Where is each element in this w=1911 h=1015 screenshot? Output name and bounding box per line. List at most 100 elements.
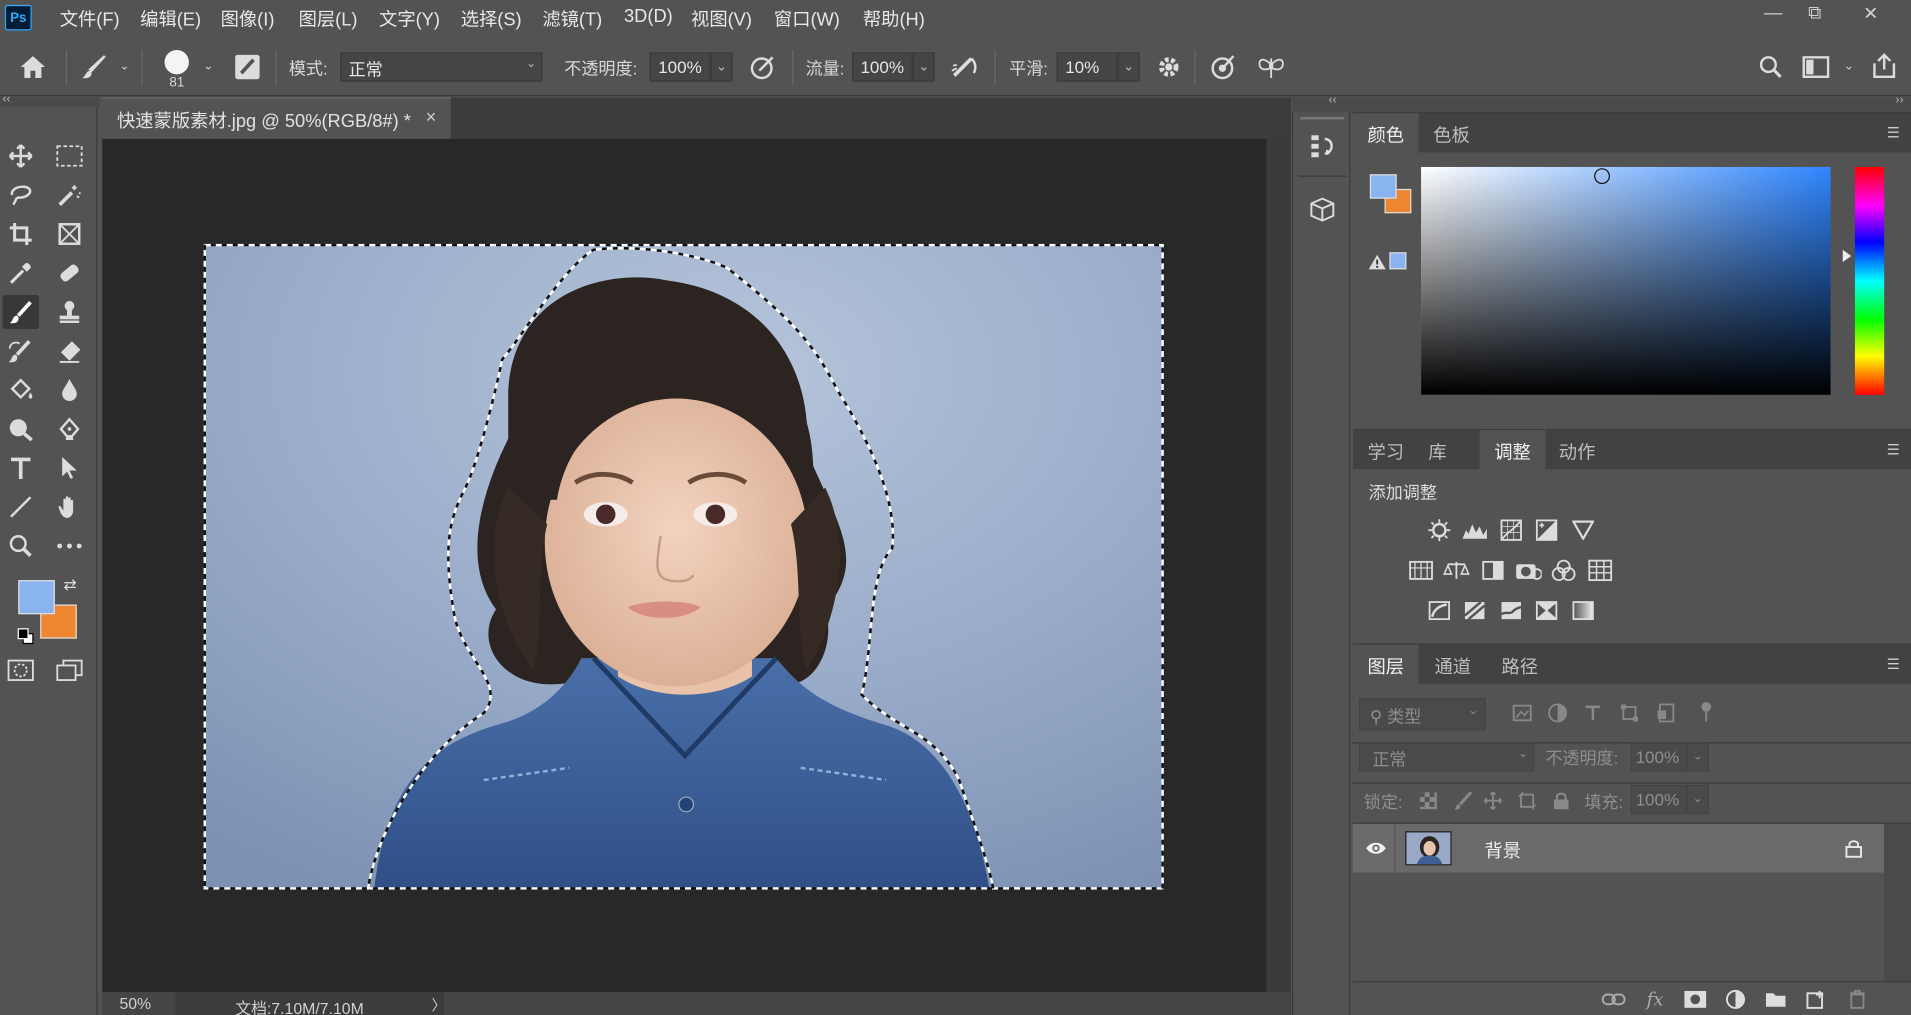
menu-type[interactable]: 文字(Y) — [379, 6, 440, 32]
type-tool-icon[interactable] — [2, 451, 39, 485]
layer-opacity-dropdown[interactable]: ⌄ — [1686, 742, 1709, 772]
smoothing-input[interactable]: 10% — [1056, 52, 1118, 82]
hue-slider[interactable] — [1854, 166, 1885, 395]
lock-transparent-icon[interactable] — [1415, 789, 1442, 813]
new-adjustment-layer-icon[interactable] — [1722, 987, 1749, 1011]
zoom-level[interactable]: 50% — [119, 995, 151, 1013]
home-icon[interactable] — [15, 50, 52, 84]
filter-type-icon[interactable] — [1580, 701, 1607, 725]
minimize-button[interactable]: — — [1753, 2, 1794, 26]
selective-color-icon[interactable] — [1533, 598, 1560, 622]
chevron-down-icon[interactable]: ⌄ — [116, 57, 133, 74]
chevron-down-icon[interactable]: ⌄ — [1840, 57, 1857, 74]
invert-icon[interactable] — [1426, 598, 1453, 622]
history-icon[interactable] — [1305, 129, 1339, 163]
gamut-color-swatch[interactable] — [1389, 252, 1407, 270]
move-tool-icon[interactable] — [2, 139, 39, 173]
airbrush-icon[interactable] — [948, 52, 982, 81]
pen-tool-icon[interactable] — [51, 412, 88, 446]
close-tab-icon[interactable]: × — [426, 107, 437, 128]
brush-tip-icon[interactable] — [162, 48, 191, 77]
menu-image[interactable]: 图像(I) — [221, 6, 275, 32]
paint-bucket-tool-icon[interactable] — [2, 373, 39, 407]
3d-cube-icon[interactable] — [1305, 193, 1339, 227]
tab-adjustments[interactable]: 调整 — [1479, 430, 1546, 470]
filter-pixel-icon[interactable] — [1509, 701, 1536, 725]
tab-learn[interactable]: 学习 — [1353, 430, 1419, 469]
filter-toggle-icon[interactable] — [1700, 701, 1712, 723]
pressure-size-icon[interactable] — [1207, 52, 1239, 81]
flow-input[interactable]: 100% — [851, 52, 913, 82]
marquee-tool-icon[interactable] — [51, 139, 88, 173]
layer-lock-icon[interactable] — [1845, 839, 1863, 859]
curves-icon[interactable] — [1498, 518, 1525, 542]
panel-menu-icon[interactable]: ☰ — [1887, 656, 1904, 673]
layer-style-fx-icon[interactable]: fx — [1642, 987, 1669, 1011]
status-menu-arrow[interactable]: 〉 — [431, 995, 446, 1015]
exposure-icon[interactable] — [1533, 518, 1560, 542]
lock-position-icon[interactable] — [1480, 789, 1507, 813]
threshold-icon[interactable] — [1498, 598, 1525, 622]
menu-view[interactable]: 视图(V) — [691, 6, 752, 32]
layer-name[interactable]: 背景 — [1484, 837, 1521, 863]
crop-tool-icon[interactable] — [2, 217, 39, 251]
brightness-contrast-icon[interactable] — [1426, 518, 1453, 542]
menu-filter[interactable]: 滤镜(T) — [542, 6, 602, 32]
brush-tool-icon[interactable] — [2, 294, 39, 330]
restore-button[interactable]: ⧉ — [1794, 2, 1835, 26]
delete-layer-trash-icon[interactable] — [1844, 987, 1871, 1011]
workspace-icon[interactable] — [1799, 52, 1833, 81]
lock-pixels-icon[interactable] — [1449, 789, 1476, 813]
share-icon[interactable] — [1867, 50, 1901, 82]
new-layer-icon[interactable] — [1803, 987, 1830, 1011]
link-layers-icon[interactable] — [1600, 987, 1627, 1011]
zoom-tool-icon[interactable] — [2, 529, 39, 563]
healing-brush-tool-icon[interactable] — [51, 256, 88, 290]
layer-opacity-input[interactable]: 100% — [1630, 742, 1687, 772]
eyedropper-tool-icon[interactable] — [2, 256, 39, 290]
layer-row[interactable]: 背景 — [1352, 823, 1885, 873]
tab-paths[interactable]: 路径 — [1487, 645, 1553, 684]
frame-tool-icon[interactable] — [51, 217, 88, 251]
opacity-input[interactable]: 100% — [649, 52, 711, 82]
document-tab[interactable]: 快速蒙版素材.jpg @ 50%(RGB/8#) * × — [102, 97, 451, 139]
lasso-tool-icon[interactable] — [2, 178, 39, 212]
menu-help[interactable]: 帮助(H) — [863, 6, 925, 32]
hue-slider-handle[interactable] — [1842, 249, 1852, 263]
fill-input[interactable]: 100% — [1630, 784, 1687, 815]
screen-mode-icon[interactable] — [51, 653, 88, 687]
filter-smart-object-icon[interactable] — [1653, 701, 1680, 725]
panel-menu-icon[interactable]: ☰ — [1887, 441, 1904, 458]
hue-saturation-icon[interactable] — [1408, 558, 1435, 582]
layer-filter-select[interactable]: ⚲ 类型 ⌄ — [1358, 698, 1486, 731]
color-saturation-field[interactable] — [1421, 166, 1831, 395]
lock-artboard-icon[interactable] — [1514, 789, 1541, 813]
pressure-opacity-icon[interactable] — [747, 52, 779, 81]
tab-channels[interactable]: 通道 — [1420, 645, 1486, 684]
tab-layers[interactable]: 图层 — [1352, 644, 1419, 684]
quick-mask-icon[interactable] — [2, 653, 39, 687]
mode-select[interactable]: 正常 ⌄ — [340, 52, 543, 82]
history-brush-tool-icon[interactable] — [2, 334, 39, 368]
panels-collapse-bar[interactable]: ‹‹ ›› — [1291, 94, 1911, 113]
search-icon[interactable] — [1755, 52, 1787, 81]
add-mask-icon[interactable] — [1682, 987, 1709, 1011]
filter-adjustment-icon[interactable] — [1544, 701, 1571, 725]
symmetry-butterfly-icon[interactable] — [1255, 52, 1287, 81]
gear-icon[interactable] — [1153, 52, 1185, 81]
panel-foreground-swatch[interactable] — [1369, 174, 1397, 199]
hand-tool-icon[interactable] — [51, 490, 88, 524]
photo-filter-icon[interactable] — [1515, 558, 1542, 582]
filter-shape-icon[interactable] — [1616, 701, 1643, 725]
color-lookup-icon[interactable] — [1587, 558, 1614, 582]
brush-preset-icon[interactable] — [78, 52, 110, 81]
tab-swatches[interactable]: 色板 — [1419, 113, 1485, 152]
magic-wand-tool-icon[interactable] — [51, 178, 88, 212]
posterize-icon[interactable] — [1461, 598, 1488, 622]
channel-mixer-icon[interactable] — [1550, 558, 1577, 582]
chevron-down-icon[interactable]: ⌄ — [200, 57, 217, 74]
menu-window[interactable]: 窗口(W) — [774, 6, 840, 32]
vibrance-icon[interactable] — [1570, 518, 1597, 542]
foreground-color-swatch[interactable] — [18, 580, 55, 615]
black-white-icon[interactable] — [1480, 558, 1507, 582]
